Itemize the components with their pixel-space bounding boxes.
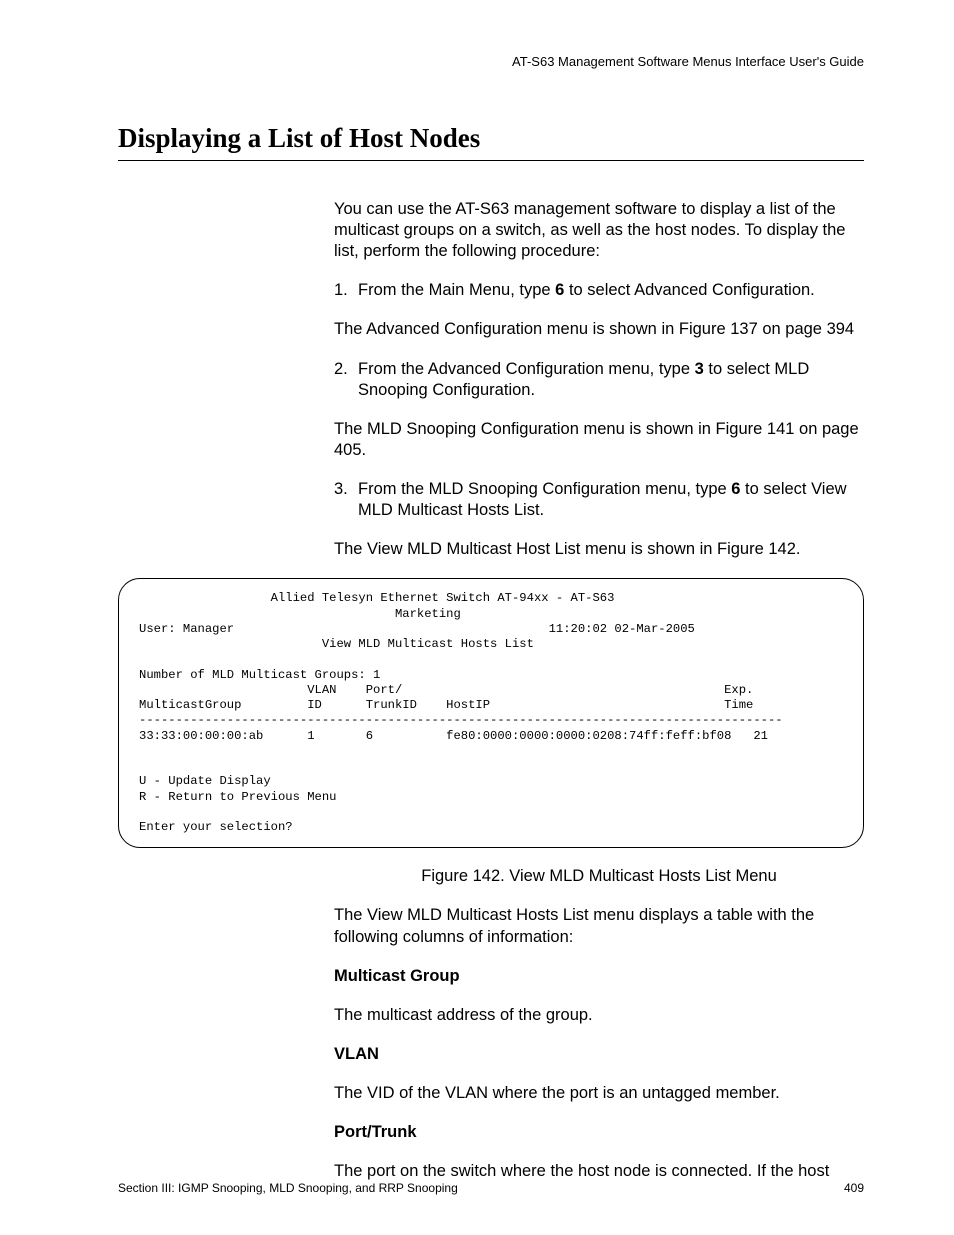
step-2: 2. From the Advanced Configuration menu,… — [334, 359, 864, 401]
step-text: From the MLD Snooping Configuration menu… — [358, 479, 864, 521]
running-header: AT-S63 Management Software Menus Interfa… — [118, 54, 864, 69]
terminal-screen: Allied Telesyn Ethernet Switch AT-94xx -… — [118, 578, 864, 848]
term-opt-u: U - Update Display — [139, 774, 271, 788]
term-view-title: View MLD Multicast Hosts List — [139, 637, 534, 651]
term-title: Allied Telesyn Ethernet Switch AT-94xx -… — [139, 591, 614, 605]
step-1-sub: The Advanced Configuration menu is shown… — [334, 319, 864, 340]
term-subtitle: Marketing — [139, 607, 461, 621]
step-3: 3. From the MLD Snooping Configuration m… — [334, 479, 864, 521]
def-desc-vlan: The VID of the VLAN where the port is an… — [334, 1083, 864, 1104]
term-row: 33:33:00:00:00:ab 1 6 fe80:0000:0000:000… — [139, 729, 768, 743]
step-pre: From the Advanced Configuration menu, ty… — [358, 360, 695, 378]
footer-page-number: 409 — [844, 1181, 864, 1195]
def-desc-multicast-group: The multicast address of the group. — [334, 1005, 864, 1026]
step-text: From the Advanced Configuration menu, ty… — [358, 359, 864, 401]
body-column: You can use the AT-S63 management softwa… — [334, 199, 864, 560]
def-desc-port-trunk: The port on the switch where the host no… — [334, 1161, 864, 1182]
page: AT-S63 Management Software Menus Interfa… — [0, 0, 954, 1235]
terminal-figure: Allied Telesyn Ethernet Switch AT-94xx -… — [118, 578, 864, 848]
intro-paragraph: You can use the AT-S63 management softwa… — [334, 199, 864, 262]
step-number: 3. — [334, 479, 358, 521]
title-rule — [118, 160, 864, 161]
term-count: Number of MLD Multicast Groups: 1 — [139, 668, 380, 682]
after-figure-paragraph: The View MLD Multicast Hosts List menu d… — [334, 905, 864, 947]
step-post: to select Advanced Configuration. — [564, 281, 814, 299]
figure-caption: Figure 142. View MLD Multicast Hosts Lis… — [334, 866, 864, 887]
term-hdr1: VLAN Port/ Exp. — [139, 683, 753, 697]
term-user-line: User: Manager 11:20:02 02-Mar-2005 — [139, 622, 695, 636]
step-text: From the Main Menu, type 6 to select Adv… — [358, 280, 864, 301]
step-2-sub: The MLD Snooping Configuration menu is s… — [334, 419, 864, 461]
step-pre: From the Main Menu, type — [358, 281, 555, 299]
step-3-sub: The View MLD Multicast Host List menu is… — [334, 539, 864, 560]
step-number: 1. — [334, 280, 358, 301]
term-opt-r: R - Return to Previous Menu — [139, 790, 336, 804]
section-title: Displaying a List of Host Nodes — [118, 123, 864, 154]
step-pre: From the MLD Snooping Configuration menu… — [358, 480, 731, 498]
term-prompt: Enter your selection? — [139, 820, 293, 834]
body-column-2: Figure 142. View MLD Multicast Hosts Lis… — [334, 866, 864, 1182]
term-divider: ----------------------------------------… — [139, 713, 783, 727]
step-number: 2. — [334, 359, 358, 401]
def-term-multicast-group: Multicast Group — [334, 966, 864, 987]
def-term-port-trunk: Port/Trunk — [334, 1122, 864, 1143]
step-bold: 6 — [555, 281, 564, 299]
step-bold: 3 — [695, 360, 704, 378]
footer-section: Section III: IGMP Snooping, MLD Snooping… — [118, 1181, 458, 1195]
step-1: 1. From the Main Menu, type 6 to select … — [334, 280, 864, 301]
term-hdr2: MulticastGroup ID TrunkID HostIP Time — [139, 698, 753, 712]
page-footer: Section III: IGMP Snooping, MLD Snooping… — [118, 1181, 864, 1195]
def-term-vlan: VLAN — [334, 1044, 864, 1065]
